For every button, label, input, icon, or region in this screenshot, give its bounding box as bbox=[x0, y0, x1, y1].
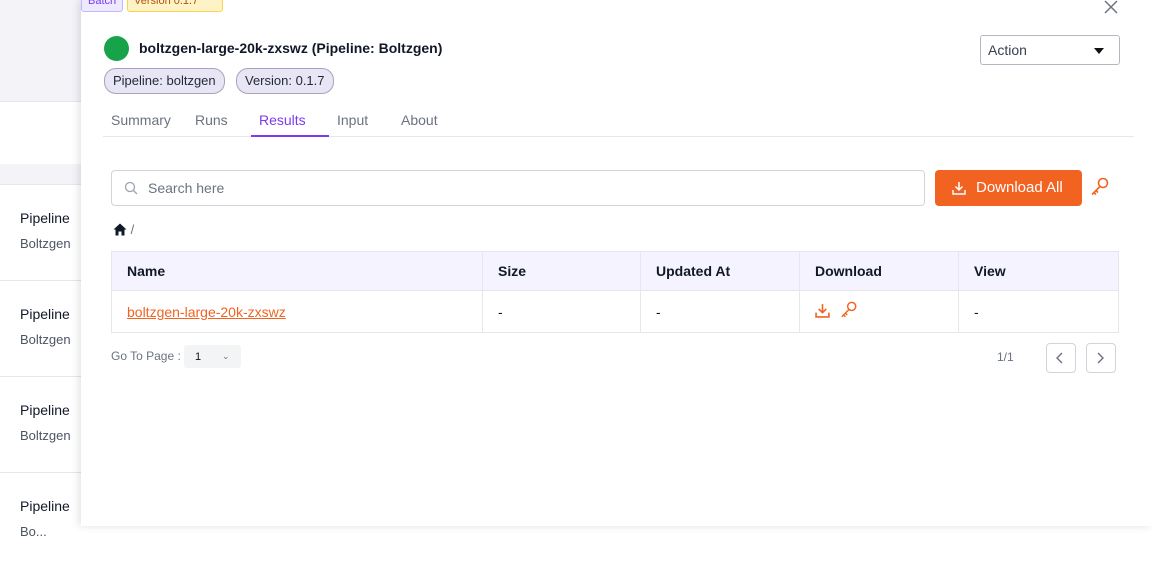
download-icon[interactable] bbox=[815, 303, 830, 321]
tab-summary[interactable]: Summary bbox=[103, 112, 179, 135]
column-header-name: Name bbox=[111, 251, 483, 291]
background-item-title: Pipeline bbox=[20, 498, 70, 514]
tab-about[interactable]: About bbox=[393, 112, 446, 135]
background-list-item[interactable]: Pipeline Boltzgen bbox=[0, 280, 82, 376]
background-toolbar bbox=[0, 101, 82, 165]
column-header-download: Download bbox=[799, 251, 959, 291]
search-icon bbox=[124, 181, 138, 195]
column-header-updated-at: Updated At bbox=[640, 251, 800, 291]
version-chip: Version 0.1.7 bbox=[127, 0, 223, 12]
download-icon bbox=[952, 182, 966, 195]
background-item-title: Pipeline bbox=[20, 210, 70, 226]
background-item-subtitle: Boltzgen bbox=[20, 428, 71, 443]
background-item-subtitle: Boltzgen bbox=[20, 236, 71, 251]
go-to-page-label: Go To Page : bbox=[111, 349, 181, 363]
column-header-view: View bbox=[958, 251, 1119, 291]
background-list-item[interactable]: Pipeline Boltzgen bbox=[0, 376, 82, 472]
tab-bar: Summary Runs Results Input About bbox=[103, 112, 1134, 137]
page-count: 1/1 bbox=[997, 350, 1014, 364]
column-header-size: Size bbox=[482, 251, 641, 291]
key-icon[interactable] bbox=[840, 300, 858, 323]
background-gap bbox=[0, 164, 82, 184]
key-icon[interactable] bbox=[1090, 176, 1110, 203]
next-page-button[interactable] bbox=[1086, 343, 1116, 373]
table-row: boltzgen-large-20k-zxswz - - - bbox=[111, 290, 1119, 333]
updated-at-cell: - bbox=[640, 290, 800, 333]
search-input[interactable] bbox=[146, 177, 910, 199]
tab-results[interactable]: Results bbox=[251, 112, 329, 137]
background-header bbox=[0, 0, 82, 101]
chevron-right-icon bbox=[1097, 352, 1104, 364]
background-page: Pipeline Boltzgen Pipeline Boltzgen Pipe… bbox=[0, 0, 82, 568]
background-item-subtitle: Boltzgen bbox=[20, 332, 71, 347]
page-select[interactable]: 1 ⌄ bbox=[184, 345, 241, 368]
batch-chip: Batch bbox=[81, 0, 124, 12]
close-icon[interactable] bbox=[1102, 0, 1118, 16]
breadcrumb: / bbox=[113, 222, 134, 237]
download-all-label: Download All bbox=[976, 179, 1063, 196]
size-cell: - bbox=[482, 290, 641, 333]
background-item-title: Pipeline bbox=[20, 306, 70, 322]
status-indicator bbox=[104, 36, 129, 61]
prev-page-button[interactable] bbox=[1046, 343, 1076, 373]
background-list-item[interactable]: Pipeline Boltzgen bbox=[0, 184, 82, 280]
download-cell bbox=[799, 290, 959, 333]
view-cell: - bbox=[958, 290, 1119, 333]
background-item-title: Pipeline bbox=[20, 402, 70, 418]
page-title: boltzgen-large-20k-zxswz (Pipeline: Bolt… bbox=[139, 40, 443, 56]
chevron-left-icon bbox=[1056, 352, 1063, 364]
version-pill: Version: 0.1.7 bbox=[236, 68, 334, 94]
action-dropdown[interactable]: Action bbox=[980, 35, 1120, 65]
search-box bbox=[111, 170, 925, 206]
caret-down-icon bbox=[1094, 48, 1104, 54]
file-name-link[interactable]: boltzgen-large-20k-zxswz bbox=[127, 304, 286, 320]
table-header-row: Name Size Updated At Download View bbox=[111, 251, 1119, 291]
download-all-button[interactable]: Download All bbox=[935, 170, 1082, 206]
breadcrumb-separator: / bbox=[130, 222, 135, 237]
background-list-item[interactable]: Pipeline Bo... bbox=[0, 472, 82, 568]
results-table: Name Size Updated At Download View boltz… bbox=[111, 251, 1119, 333]
pipeline-pill: Pipeline: boltzgen bbox=[104, 68, 225, 94]
home-icon[interactable] bbox=[113, 223, 127, 236]
tab-runs[interactable]: Runs bbox=[187, 112, 236, 135]
background-item-subtitle: Bo... bbox=[20, 524, 47, 539]
page-select-value: 1 bbox=[195, 351, 202, 363]
tab-input[interactable]: Input bbox=[329, 112, 376, 135]
action-dropdown-label: Action bbox=[988, 42, 1027, 58]
chevron-down-icon: ⌄ bbox=[222, 351, 230, 361]
results-drawer: Batch Version 0.1.7 boltzgen-large-20k-z… bbox=[81, 0, 1152, 526]
